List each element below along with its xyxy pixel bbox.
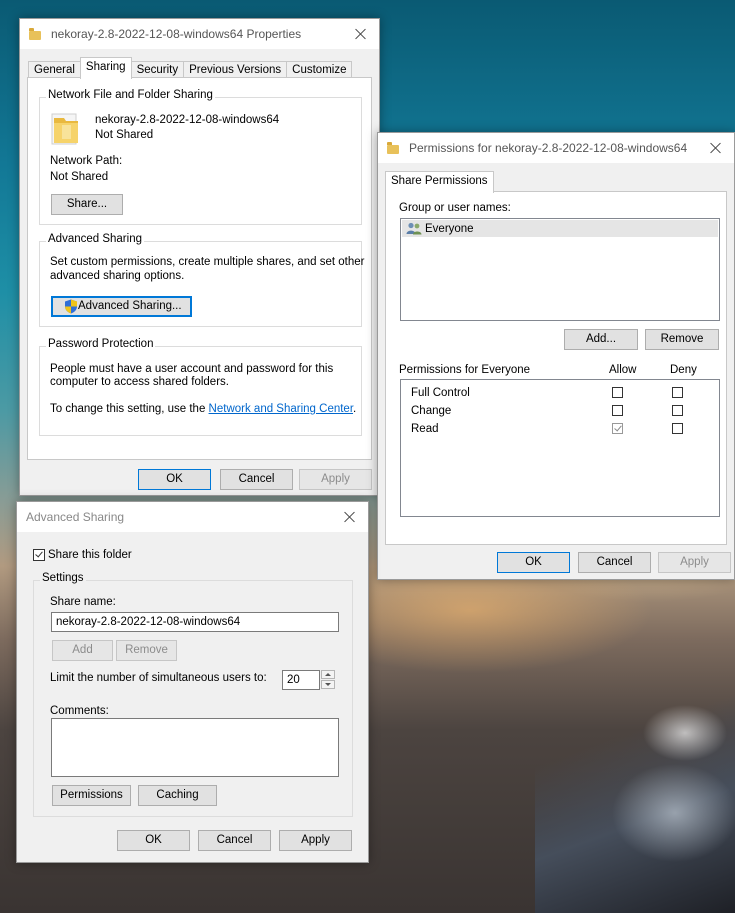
group-user-names-label: Group or user names: [399,202,511,214]
ok-button[interactable]: OK [117,830,190,851]
comments-label: Comments: [50,705,109,717]
share-permissions-panel: Group or user names: Everyone Add... Rem… [385,191,727,545]
network-sharing-center-link[interactable]: Network and Sharing Center [209,403,353,415]
settings-group: Settings Share name: Add Remove Limit th… [33,572,353,817]
password-protection-group: Password Protection People must have a u… [39,338,362,436]
users-icon [406,222,422,235]
table-row: Read [401,420,719,438]
allow-read-checkbox[interactable] [612,423,623,434]
network-sharing-title: Network File and Folder Sharing [46,89,215,101]
deny-read-checkbox[interactable] [672,423,683,434]
add-share-button[interactable]: Add [52,640,113,661]
list-item[interactable]: Everyone [402,220,718,237]
cancel-button[interactable]: Cancel [578,552,651,573]
permission-name: Change [411,405,452,417]
user-limit-label: Limit the number of simultaneous users t… [50,672,267,684]
permissions-list: Full Control Change Read [400,379,720,517]
share-button[interactable]: Share... [51,194,123,215]
advanced-sharing-titlebar[interactable]: Advanced Sharing [17,502,368,532]
deny-column-header: Deny [670,364,697,376]
close-icon[interactable] [351,24,371,44]
cancel-button[interactable]: Cancel [198,830,271,851]
advanced-sharing-description: Set custom permissions, create multiple … [50,256,365,268]
ok-button[interactable]: OK [138,469,211,490]
allow-column-header: Allow [609,364,637,376]
comments-textarea[interactable] [51,718,339,777]
tab-sharing[interactable]: Sharing [79,57,132,79]
apply-button[interactable]: Apply [299,469,372,490]
close-icon[interactable] [706,138,726,158]
share-name-label: Share name: [50,596,116,608]
change-setting-suffix: . [353,403,357,415]
network-path-label: Network Path: [50,155,123,167]
add-user-button[interactable]: Add... [564,329,638,350]
permission-name: Read [411,423,439,435]
folder-icon [51,113,78,145]
advanced-sharing-title: Advanced Sharing [46,233,144,245]
share-folder-label[interactable]: Share this folder [48,549,132,561]
table-row: Change [401,402,719,420]
deny-change-checkbox[interactable] [672,405,683,416]
allow-full-control-checkbox[interactable] [612,387,623,398]
permissions-window: Permissions for nekoray-2.8-2022-12-08-w… [377,132,735,580]
properties-titlebar[interactable]: nekoray-2.8-2022-12-08-windows64 Propert… [20,19,379,49]
user-list[interactable]: Everyone [400,218,720,321]
apply-button[interactable]: Apply [279,830,352,851]
uac-shield-icon [65,299,77,314]
caching-button[interactable]: Caching [138,785,217,806]
permissions-button[interactable]: Permissions [52,785,131,806]
sharing-tab-panel: Network File and Folder Sharing nekoray-… [27,77,372,460]
advanced-sharing-description: advanced sharing options. [50,270,185,282]
spin-up-icon[interactable] [321,670,335,679]
advanced-sharing-group: Advanced Sharing Set custom permissions,… [39,233,365,327]
ok-button[interactable]: OK [497,552,570,573]
advanced-sharing-window: Advanced Sharing Share this folder Setti… [16,501,369,863]
password-protection-title: Password Protection [46,338,156,350]
spin-down-icon[interactable] [321,680,335,689]
settings-title: Settings [40,572,86,584]
properties-window: nekoray-2.8-2022-12-08-windows64 Propert… [19,18,380,496]
tab-share-permissions[interactable]: Share Permissions [385,171,494,193]
properties-tabs: General Sharing Security Previous Versio… [28,57,353,79]
password-protection-text: People must have a user account and pass… [50,363,334,375]
password-protection-text: computer to access shared folders. [50,376,229,388]
close-icon[interactable] [340,507,360,527]
cancel-button[interactable]: Cancel [220,469,293,490]
permissions-title: Permissions for nekoray-2.8-2022-12-08-w… [409,141,688,155]
allow-change-checkbox[interactable] [612,405,623,416]
deny-full-control-checkbox[interactable] [672,387,683,398]
advanced-sharing-button-label: Advanced Sharing... [78,300,182,312]
permission-name: Full Control [411,387,470,399]
permissions-tabs: Share Permissions [385,171,494,193]
apply-button[interactable]: Apply [658,552,731,573]
remove-share-button[interactable]: Remove [116,640,177,661]
network-sharing-group: Network File and Folder Sharing nekoray-… [39,89,362,225]
permissions-for-label: Permissions for Everyone [399,364,531,376]
change-setting-prefix: To change this setting, use the [50,403,209,415]
user-limit-input[interactable] [282,670,320,690]
share-status: Not Shared [95,129,154,141]
share-folder-checkbox[interactable] [33,549,45,561]
permissions-titlebar[interactable]: Permissions for nekoray-2.8-2022-12-08-w… [378,133,734,163]
table-row: Full Control [401,384,719,402]
folder-name: nekoray-2.8-2022-12-08-windows64 [95,114,280,126]
network-path-value: Not Shared [50,171,109,183]
folder-icon [387,142,401,154]
desktop-wallpaper-detail [535,673,735,913]
advanced-sharing-window-title: Advanced Sharing [26,510,125,524]
remove-user-button[interactable]: Remove [645,329,719,350]
share-name-input[interactable] [51,612,339,632]
advanced-sharing-button[interactable]: Advanced Sharing... [51,296,192,317]
folder-icon [29,28,43,40]
properties-title: nekoray-2.8-2022-12-08-windows64 Propert… [51,27,302,41]
user-name: Everyone [425,223,474,235]
password-protection-change-text: To change this setting, use the Network … [50,403,356,415]
